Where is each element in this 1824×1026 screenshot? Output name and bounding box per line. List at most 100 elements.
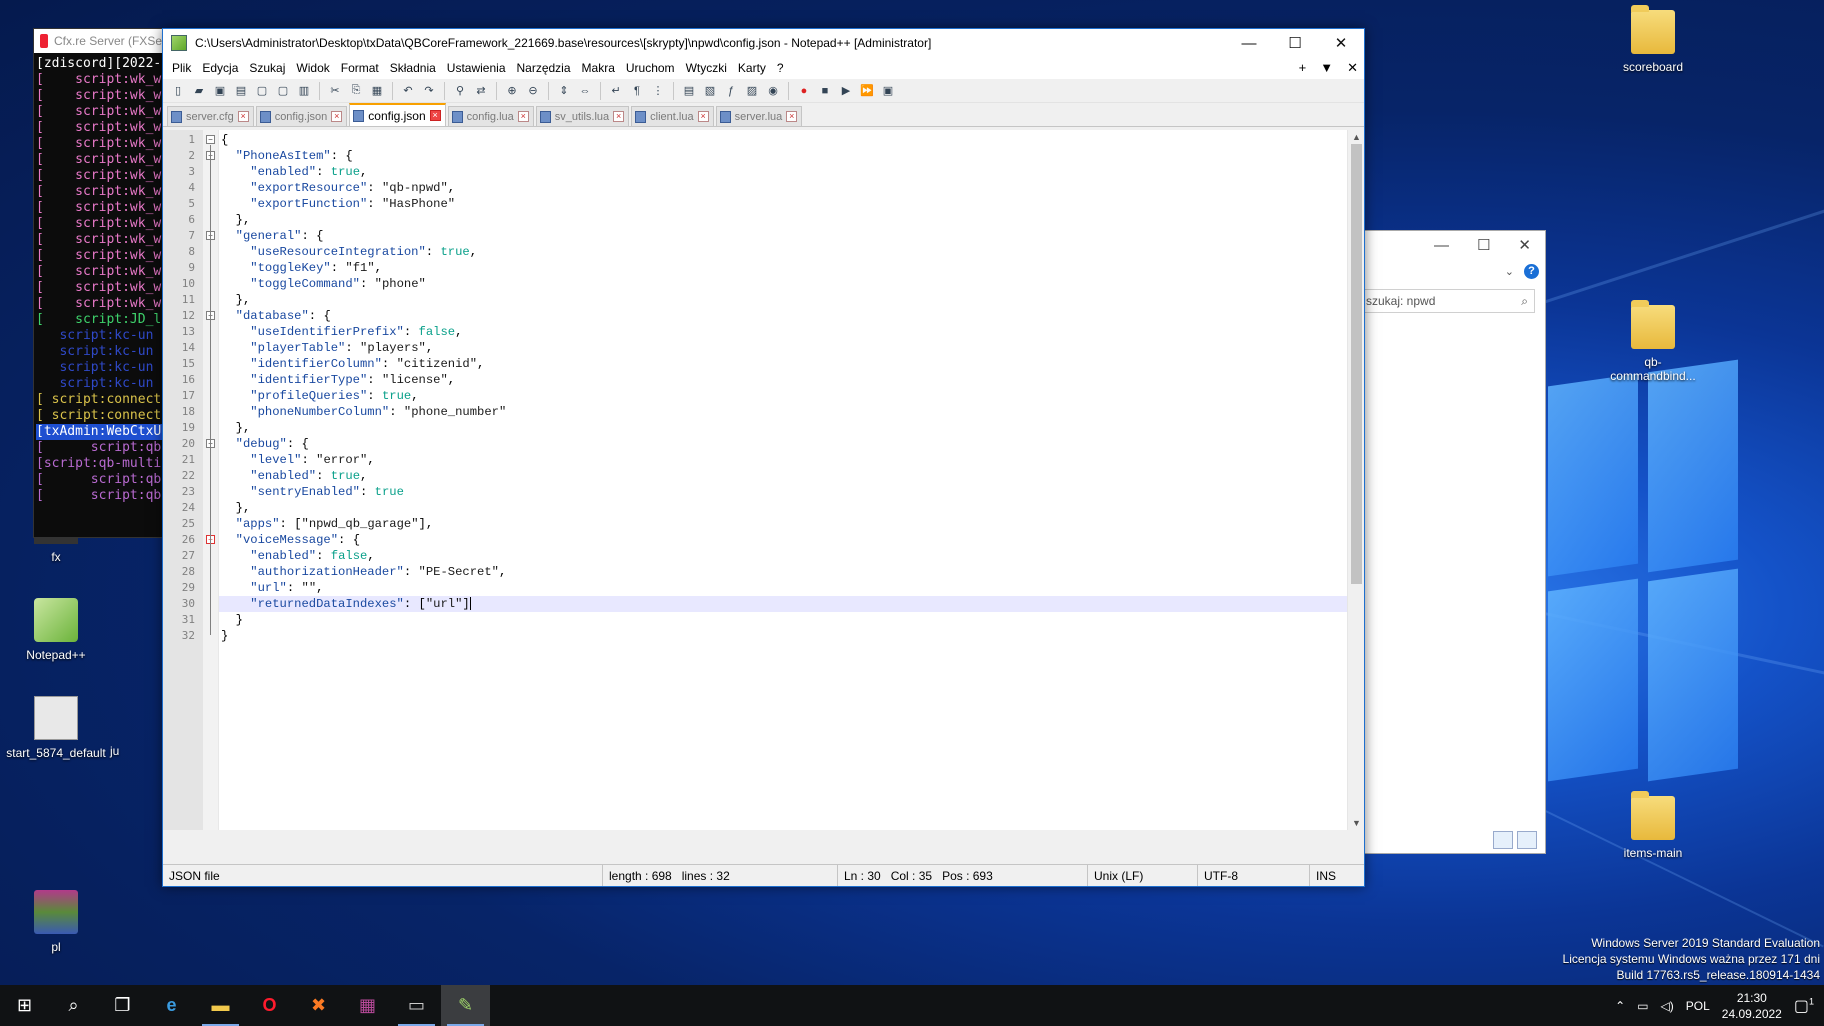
action-center-notification-icon[interactable]: ▢1 xyxy=(1794,996,1814,1016)
taskbar-winrar[interactable]: ▦ xyxy=(343,985,392,1026)
tab[interactable]: config.lua × xyxy=(447,106,534,126)
tab[interactable]: client.lua × xyxy=(631,106,714,126)
desktop-icon-partial-ju[interactable]: ju xyxy=(110,744,160,758)
code-line[interactable]: "apps": ["npwd_qb_garage"], xyxy=(219,516,1347,532)
close-button[interactable]: ✕ xyxy=(1518,236,1531,254)
menu-item[interactable]: Widok xyxy=(293,61,337,75)
zoom-out-icon[interactable]: ⊖ xyxy=(524,82,542,100)
tab-close-icon[interactable]: × xyxy=(613,111,625,122)
volume-icon[interactable]: ◁) xyxy=(1661,999,1674,1013)
taskbar-internet-explorer[interactable]: e xyxy=(147,985,196,1026)
npp-titlebar[interactable]: C:\Users\Administrator\Desktop\txData\QB… xyxy=(163,29,1364,57)
paste-icon[interactable]: ▦ xyxy=(368,82,386,100)
cut-icon[interactable]: ✂ xyxy=(326,82,344,100)
menu-item[interactable]: Narzędzia xyxy=(514,61,579,75)
save-all-icon[interactable]: ▤ xyxy=(232,82,250,100)
monitoring-icon[interactable]: ◉ xyxy=(764,82,782,100)
folder-workspace-icon[interactable]: ▨ xyxy=(743,82,761,100)
fold-toggle-icon[interactable]: − xyxy=(206,135,215,144)
word-wrap-icon[interactable]: ↵ xyxy=(607,82,625,100)
record-macro-icon[interactable]: ● xyxy=(795,82,813,100)
user-language-icon[interactable]: ▤ xyxy=(680,82,698,100)
close-all-icon[interactable]: ▢ xyxy=(274,82,292,100)
code-line[interactable]: "authorizationHeader": "PE-Secret", xyxy=(219,564,1347,580)
taskbar-xampp[interactable]: ✖ xyxy=(294,985,343,1026)
tab[interactable]: config.json × xyxy=(255,106,348,126)
menu-item[interactable]: Format xyxy=(338,61,387,75)
code-line[interactable]: }, xyxy=(219,292,1347,308)
taskbar-notepadpp[interactable]: ✎ xyxy=(441,985,490,1026)
code-line[interactable]: "database": { xyxy=(219,308,1347,324)
maximize-button[interactable]: ☐ xyxy=(1477,236,1490,254)
code-line[interactable]: { xyxy=(219,132,1347,148)
tab-close-icon[interactable]: × xyxy=(237,111,249,122)
tab[interactable]: sv_utils.lua × xyxy=(535,106,630,126)
code-line[interactable]: "exportFunction": "HasPhone" xyxy=(219,196,1347,212)
start-button[interactable]: ⊞ xyxy=(0,985,49,1026)
menu-item[interactable]: Karty xyxy=(735,61,774,75)
taskbar-opera[interactable]: O xyxy=(245,985,294,1026)
code-line[interactable]: "general": { xyxy=(219,228,1347,244)
code-line[interactable]: "PhoneAsItem": { xyxy=(219,148,1347,164)
minimize-button[interactable]: — xyxy=(1226,29,1272,57)
minimize-button[interactable]: — xyxy=(1434,237,1449,254)
run-macro-multiple-icon[interactable]: ⏩ xyxy=(858,82,876,100)
maximize-button[interactable]: ☐ xyxy=(1272,29,1318,57)
code-line[interactable]: "exportResource": "qb-npwd", xyxy=(219,180,1347,196)
undo-icon[interactable]: ↶ xyxy=(399,82,417,100)
new-tab-plus-icon[interactable]: + xyxy=(1299,60,1307,76)
file-explorer-window[interactable]: — ☐ ✕ ⌄ ? szukaj: npwd ⌕ xyxy=(1362,230,1546,854)
code-line[interactable]: "enabled": false, xyxy=(219,548,1347,564)
new-file-icon[interactable]: ▯ xyxy=(169,82,187,100)
tab-close-icon[interactable]: × xyxy=(786,111,798,122)
taskbar-file-explorer[interactable]: ▬ xyxy=(196,985,245,1026)
tab-list-dropdown-icon[interactable]: ▼ xyxy=(1320,60,1333,76)
tab[interactable]: server.cfg × xyxy=(167,106,254,126)
code-line[interactable]: }, xyxy=(219,420,1347,436)
close-button[interactable]: ✕ xyxy=(1318,29,1364,57)
code-line[interactable]: "identifierColumn": "citizenid", xyxy=(219,356,1347,372)
search-button[interactable]: ⌕ xyxy=(49,985,98,1026)
code-line[interactable]: "url": "", xyxy=(219,580,1347,596)
sync-horizontal-icon[interactable]: ⇔ xyxy=(576,82,594,100)
code-line[interactable]: "toggleCommand": "phone" xyxy=(219,276,1347,292)
code-line[interactable]: } xyxy=(219,628,1347,644)
code-line[interactable]: "toggleKey": "f1", xyxy=(219,260,1347,276)
code-line[interactable]: "enabled": true, xyxy=(219,468,1347,484)
code-line[interactable]: "useIdentifierPrefix": false, xyxy=(219,324,1347,340)
play-macro-icon[interactable]: ▶ xyxy=(837,82,855,100)
network-icon[interactable]: ▭ xyxy=(1637,999,1648,1013)
save-macro-icon[interactable]: ▣ xyxy=(879,82,897,100)
code-line[interactable]: "level": "error", xyxy=(219,452,1347,468)
clock[interactable]: 21:30 24.09.2022 xyxy=(1722,990,1782,1022)
menu-item[interactable]: Ustawienia xyxy=(444,61,514,75)
show-all-chars-icon[interactable]: ¶ xyxy=(628,82,646,100)
tab-close-icon[interactable]: × xyxy=(429,110,441,121)
code-line[interactable]: "phoneNumberColumn": "phone_number" xyxy=(219,404,1347,420)
code-line[interactable]: "debug": { xyxy=(219,436,1347,452)
code-line[interactable]: "playerTable": "players", xyxy=(219,340,1347,356)
desktop-icon-start-default[interactable]: start_5874_default xyxy=(6,696,106,760)
desktop-icon-pl[interactable]: pl xyxy=(6,890,106,954)
code-line[interactable]: "sentryEnabled": true xyxy=(219,484,1347,500)
menu-item[interactable]: Uruchom xyxy=(623,61,683,75)
desktop-icon-items-main[interactable]: items-main xyxy=(1603,791,1703,860)
code-line[interactable]: }, xyxy=(219,212,1347,228)
desktop-icon-qb-commandbind[interactable]: qb-commandbind... xyxy=(1603,300,1703,383)
menu-item[interactable]: Wtyczki xyxy=(683,61,735,75)
print-icon[interactable]: ▥ xyxy=(295,82,313,100)
code-text-area[interactable]: { "PhoneAsItem": { "enabled": true, "exp… xyxy=(219,130,1347,830)
menu-item[interactable]: Plik xyxy=(169,61,199,75)
fold-margin[interactable]: −−−−−− xyxy=(203,130,219,830)
show-hidden-icons-chevron-icon[interactable]: ⌃ xyxy=(1615,999,1625,1013)
input-language-indicator[interactable]: POL xyxy=(1686,999,1710,1013)
zoom-in-icon[interactable]: ⊕ xyxy=(503,82,521,100)
tab-close-icon[interactable]: × xyxy=(331,111,343,122)
fxserver-console-window[interactable]: Cfx.re Server (FXSe [zdiscord][2022-[ sc… xyxy=(33,28,163,538)
tab[interactable]: server.lua × xyxy=(715,106,803,126)
redo-icon[interactable]: ↷ xyxy=(420,82,438,100)
taskbar-console[interactable]: ▭ xyxy=(392,985,441,1026)
desktop-icon-notepadpp[interactable]: Notepad++ xyxy=(6,598,106,662)
find-icon[interactable]: ⚲ xyxy=(451,82,469,100)
code-line[interactable]: "useResourceIntegration": true, xyxy=(219,244,1347,260)
